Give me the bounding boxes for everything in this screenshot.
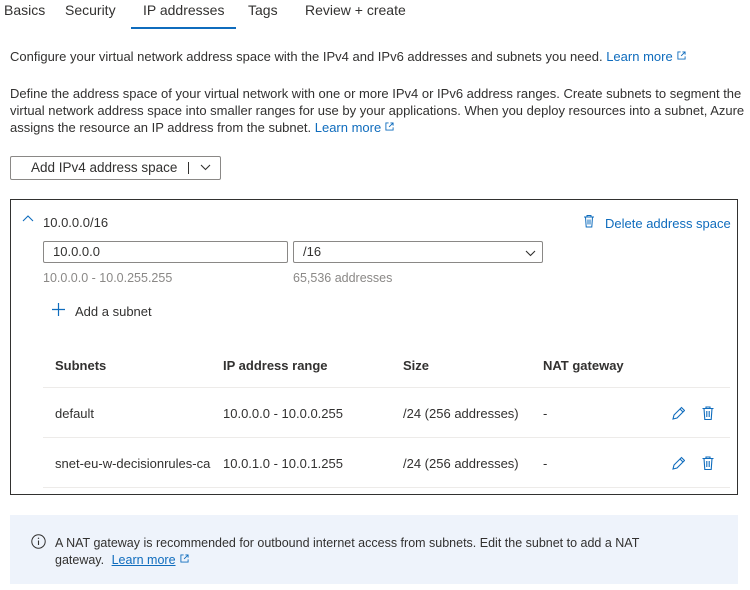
learn-more-link-2[interactable]: Learn more [315, 120, 394, 135]
cidr-select[interactable]: /16 [293, 241, 543, 263]
split-divider [188, 162, 189, 174]
subnet-size: /24 (256 addresses) [403, 406, 519, 421]
chevron-down-icon [525, 250, 536, 257]
col-header-size: Size [403, 358, 430, 373]
table-divider [43, 487, 730, 488]
intro-text-1: Configure your virtual network address s… [10, 48, 686, 65]
add-ipv4-address-space-button[interactable]: Add IPv4 address space [10, 156, 221, 180]
cidr-select-value: /16 [303, 244, 322, 259]
subnet-nat-gateway: - [543, 456, 548, 471]
plus-icon [52, 303, 65, 316]
trash-icon [584, 215, 594, 228]
address-range-hint: 10.0.0.0 - 10.0.255.255 [43, 271, 173, 285]
intro-text-2: Define the address space of your virtual… [10, 85, 744, 136]
tab-security[interactable]: Security [65, 2, 116, 18]
external-link-icon [385, 122, 394, 131]
subnet-size: /24 (256 addresses) [403, 456, 519, 471]
address-count-hint: 65,536 addresses [293, 271, 393, 285]
subnet-name-link[interactable]: snet-eu-w-decisionrules-ca [55, 456, 210, 471]
col-header-ip-range: IP address range [223, 358, 328, 373]
address-space-title: 10.0.0.0/16 [43, 215, 109, 230]
info-banner-learn-more-link[interactable]: Learn more [112, 553, 189, 567]
info-banner-line-1: A NAT gateway is recommended for outboun… [55, 536, 640, 550]
intro-line-2b: virtual network address space into small… [10, 103, 745, 118]
col-header-nat-gateway: NAT gateway [543, 358, 624, 373]
tab-basics[interactable]: Basics [4, 2, 45, 18]
tab-review-create[interactable]: Review + create [305, 2, 406, 18]
trash-icon[interactable] [701, 405, 715, 421]
add-subnet-label: Add a subnet [75, 304, 152, 319]
subnet-ip-range: 10.0.0.0 - 10.0.0.255 [223, 406, 343, 421]
external-link-icon [179, 554, 189, 563]
intro-line-2a: Define the address space of your virtual… [10, 86, 742, 101]
trash-icon[interactable] [701, 455, 715, 471]
info-banner-text: A NAT gateway is recommended for outboun… [55, 535, 639, 569]
subnet-name-link[interactable]: default [55, 406, 94, 421]
table-divider [43, 437, 730, 438]
info-banner-line-2: gateway. [55, 553, 105, 567]
subnet-nat-gateway: - [543, 406, 548, 421]
chevron-up-icon[interactable] [22, 214, 34, 222]
nat-gateway-info-banner: A NAT gateway is recommended for outboun… [10, 515, 738, 584]
pencil-icon[interactable] [671, 455, 685, 471]
address-input[interactable]: 10.0.0.0 [43, 241, 288, 263]
intro-line-2c-wrap: assigns the resource an IP address from … [10, 119, 744, 136]
info-banner-line-2-wrap: gateway. Learn more [55, 552, 639, 569]
delete-address-space-label: Delete address space [605, 216, 731, 231]
col-header-subnets: Subnets [55, 358, 107, 373]
learn-more-link-1[interactable]: Learn more [606, 49, 686, 64]
intro-line-1: Configure your virtual network address s… [10, 49, 603, 64]
external-link-icon [677, 51, 686, 60]
tab-tags[interactable]: Tags [248, 2, 278, 18]
intro-line-2c: assigns the resource an IP address from … [10, 120, 312, 135]
pencil-icon[interactable] [671, 405, 685, 421]
subnet-ip-range: 10.0.1.0 - 10.0.1.255 [223, 456, 343, 471]
tab-ip-addresses[interactable]: IP addresses [130, 2, 238, 29]
info-icon [31, 534, 46, 549]
table-divider [43, 387, 730, 388]
chevron-down-icon[interactable] [200, 164, 211, 171]
add-space-label: Add IPv4 address space [31, 160, 178, 175]
